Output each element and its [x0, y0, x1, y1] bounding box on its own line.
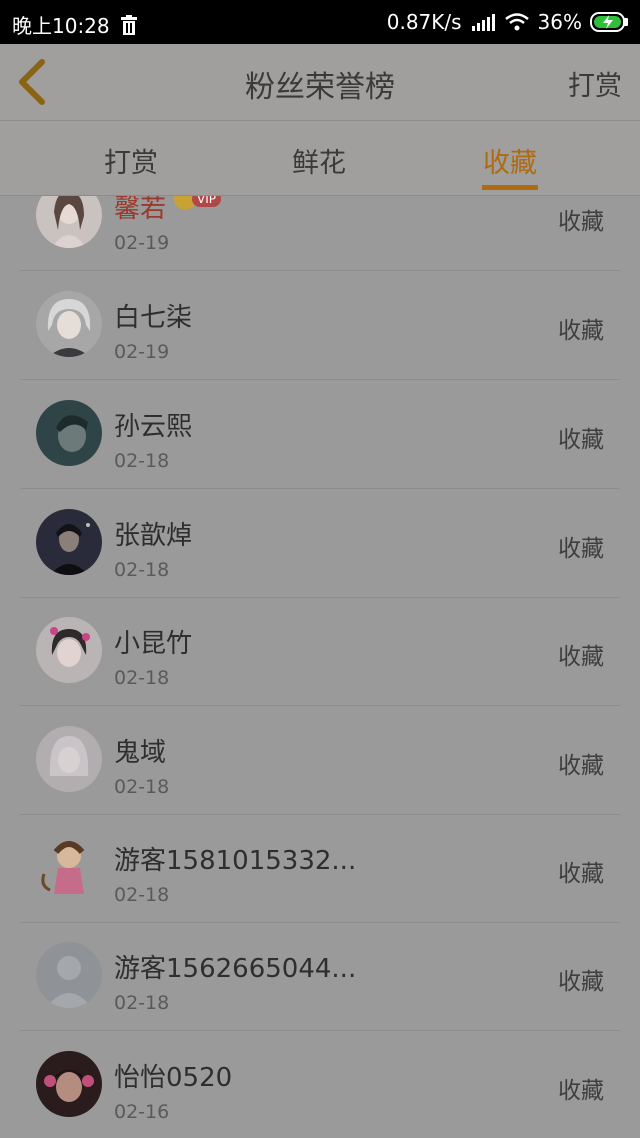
- list-item[interactable]: 小昆竹 02-18 收藏: [20, 597, 620, 706]
- vip-badge: VIP: [174, 196, 221, 210]
- user-name: 馨若: [114, 196, 167, 224]
- list-item[interactable]: 白七柒 02-19 收藏: [20, 271, 620, 380]
- list-item[interactable]: 馨若 VIP 02-19 收藏: [20, 196, 620, 271]
- list-item[interactable]: 游客1562665044... 02-18 收藏: [20, 922, 620, 1031]
- trash-icon: [120, 14, 137, 35]
- avatar: [36, 509, 102, 575]
- date-label: 02-16: [114, 1101, 170, 1123]
- tab-bar: 打赏 鲜花 收藏: [0, 121, 640, 196]
- list-item[interactable]: 孙云熙 02-18 收藏: [20, 380, 620, 489]
- user-name: 孙云熙: [114, 412, 193, 442]
- avatar: [36, 196, 102, 248]
- list-item[interactable]: 鬼域 02-18 收藏: [20, 706, 620, 815]
- reward-button[interactable]: 打赏: [568, 64, 622, 103]
- favorite-label: 收藏: [558, 536, 604, 562]
- signal-icon: [471, 14, 495, 31]
- favorite-label: 收藏: [558, 644, 604, 670]
- battery-percent: 36%: [537, 10, 582, 34]
- tab-reward[interactable]: 打赏: [104, 141, 158, 180]
- tab-flowers[interactable]: 鲜花: [292, 141, 346, 180]
- avatar: [36, 400, 102, 466]
- status-bar: 晚上10:28 0.87K/s 36%: [0, 0, 640, 44]
- tab-favorites[interactable]: 收藏: [483, 141, 537, 180]
- list-item[interactable]: 怡怡0520 02-16 收藏: [20, 1031, 620, 1138]
- favorite-label: 收藏: [558, 1078, 604, 1104]
- status-time: 晚上10:28: [12, 14, 110, 38]
- user-name: 怡怡0520: [114, 1063, 233, 1093]
- date-label: 02-18: [114, 992, 170, 1014]
- battery-charging-icon: [590, 12, 628, 32]
- date-label: 02-19: [114, 341, 170, 363]
- avatar: [36, 726, 102, 792]
- date-label: 02-18: [114, 776, 170, 798]
- date-label: 02-18: [114, 450, 170, 472]
- date-label: 02-18: [114, 667, 170, 689]
- user-name: 小昆竹: [114, 629, 193, 659]
- avatar: [36, 617, 102, 683]
- active-tab-indicator: [482, 185, 538, 190]
- favorite-label: 收藏: [558, 427, 604, 453]
- user-name: 白七柒: [114, 303, 193, 333]
- user-name: 张歆焯: [114, 521, 193, 551]
- favorite-label: 收藏: [558, 861, 604, 887]
- user-name: 游客1581015332...: [114, 846, 357, 876]
- favorite-label: 收藏: [558, 969, 604, 995]
- user-name: 鬼域: [114, 738, 167, 768]
- favorite-label: 收藏: [558, 753, 604, 779]
- date-label: 02-19: [114, 232, 170, 254]
- wifi-icon: [504, 13, 529, 31]
- page-title: 粉丝荣誉榜: [245, 70, 395, 105]
- favorite-label: 收藏: [558, 318, 604, 344]
- avatar: [36, 942, 102, 1008]
- network-speed: 0.87K/s: [386, 10, 462, 34]
- list-item[interactable]: 张歆焯 02-18 收藏: [20, 489, 620, 598]
- avatar: [36, 291, 102, 357]
- list-item[interactable]: 游客1581015332... 02-18 收藏: [20, 814, 620, 923]
- date-label: 02-18: [114, 884, 170, 906]
- avatar: [36, 1051, 102, 1117]
- date-label: 02-18: [114, 559, 170, 581]
- header-bar: 粉丝荣誉榜 打赏: [0, 44, 640, 121]
- fan-list[interactable]: 馨若 VIP 02-19 收藏 白七柒 02-19 收藏 孙云熙 02-18 收…: [0, 196, 640, 1138]
- avatar: [36, 834, 102, 900]
- favorite-label: 收藏: [558, 209, 604, 235]
- user-name: 游客1562665044...: [114, 954, 357, 984]
